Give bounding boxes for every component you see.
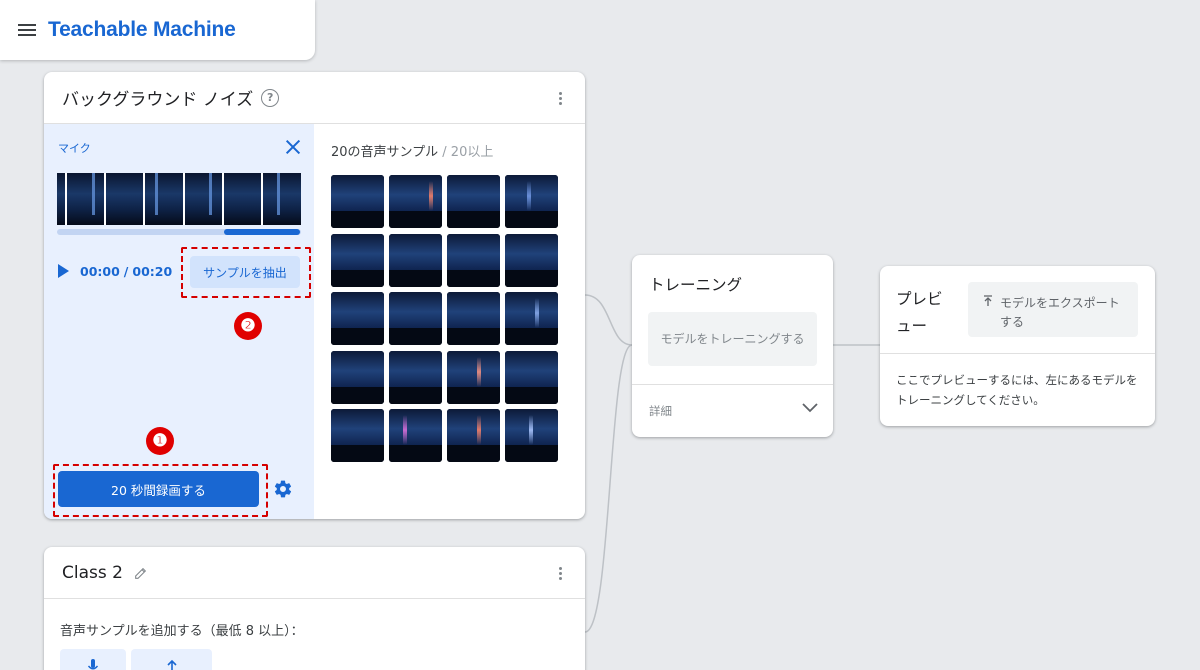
highlight-box-extract xyxy=(181,247,311,298)
audio-sample-thumbnail[interactable] xyxy=(505,350,558,404)
audio-sample-thumbnail[interactable] xyxy=(447,292,500,345)
audio-sample-thumbnail[interactable] xyxy=(505,175,558,228)
divider xyxy=(632,384,833,385)
audio-samples-panel: 20の音声サンプル / 20以上 xyxy=(314,124,585,519)
waveform-segment xyxy=(262,173,301,225)
record-20-seconds-button[interactable]: 20 秒間録画する xyxy=(58,471,259,507)
waveform-segment xyxy=(65,173,105,225)
class-title[interactable]: Class 2 xyxy=(62,563,123,583)
samples-minimum: / 20以上 xyxy=(438,145,494,160)
waveform-separator xyxy=(222,173,224,225)
audio-sample-thumbnail[interactable] xyxy=(331,175,384,228)
waveform-separator xyxy=(143,173,145,225)
playback-scrubber[interactable] xyxy=(57,229,301,235)
playback-time: 00:00/00:20 xyxy=(80,264,172,279)
microphone-icon xyxy=(87,659,99,670)
audio-sample-thumbnail[interactable] xyxy=(447,233,500,287)
waveform-peak xyxy=(277,173,280,215)
class-card-header: バックグラウンド ノイズ ? xyxy=(44,72,585,124)
waveform-segment xyxy=(135,173,157,225)
audio-sample-thumbnail[interactable] xyxy=(331,350,384,404)
microphone-source-button[interactable] xyxy=(60,649,126,670)
preview-card: プレビュー モデルをエクスポートする ここでプレビューするには、左にあるモデルを… xyxy=(880,266,1155,426)
export-button-label: モデルをエクスポートする xyxy=(1000,296,1120,329)
gear-icon[interactable] xyxy=(273,479,293,499)
class-card-class-2: Class 2 音声サンプルを追加する（最低 8 以上）： xyxy=(44,547,585,670)
divider xyxy=(880,353,1155,354)
audio-sample-thumbnail[interactable] xyxy=(447,350,500,404)
time-separator: / xyxy=(123,264,129,279)
waveform-separator xyxy=(65,173,67,225)
waveform-separator xyxy=(104,173,106,225)
upload-icon xyxy=(166,659,177,670)
hamburger-menu-icon[interactable] xyxy=(18,23,36,37)
time-total: 00:20 xyxy=(132,264,173,279)
chevron-down-icon[interactable] xyxy=(801,402,819,414)
preview-title: プレビュー xyxy=(896,290,943,335)
audio-sample-thumbnail[interactable] xyxy=(389,233,442,287)
audio-sample-thumbnail[interactable] xyxy=(331,292,384,345)
mic-label: マイク xyxy=(58,142,91,155)
training-title: トレーニング xyxy=(649,276,743,294)
waveform-separator xyxy=(261,173,263,225)
upload-source-button[interactable] xyxy=(131,649,212,670)
more-options-icon[interactable] xyxy=(559,566,563,582)
waveform-peak xyxy=(155,173,158,215)
samples-count: 20の音声サンプル xyxy=(331,145,439,160)
app-title[interactable]: Teachable Machine xyxy=(48,18,236,42)
app-header: Teachable Machine xyxy=(0,0,315,60)
class-card-background-noise: バックグラウンド ノイズ ? マイク 00:00/00:20 サンプルを抽出 ❷… xyxy=(44,72,585,519)
waveform-segment xyxy=(105,173,135,225)
close-icon[interactable] xyxy=(285,139,301,155)
waveform-separator xyxy=(183,173,185,225)
training-card: トレーニング モデルをトレーニングする 詳細 xyxy=(632,255,833,437)
annotation-marker-1: ❶ xyxy=(146,427,174,455)
class-card-header: Class 2 xyxy=(44,547,585,599)
audio-sample-thumbnail[interactable] xyxy=(447,409,500,462)
audio-sample-thumbnail[interactable] xyxy=(505,409,558,462)
audio-sample-thumbnail[interactable] xyxy=(389,409,442,462)
audio-sample-thumbnail[interactable] xyxy=(505,233,558,287)
annotation-marker-2: ❷ xyxy=(234,312,262,340)
audio-sample-thumbnail[interactable] xyxy=(331,409,384,462)
audio-sample-thumbnail[interactable] xyxy=(331,233,384,287)
audio-sample-thumbnail[interactable] xyxy=(389,175,442,228)
waveform-segment xyxy=(187,173,217,225)
pencil-edit-icon[interactable] xyxy=(133,565,149,581)
spectrogram-waveform xyxy=(57,173,301,225)
scrubber-thumb[interactable] xyxy=(224,229,300,235)
audio-sample-thumbnail[interactable] xyxy=(389,292,442,345)
more-options-icon[interactable] xyxy=(559,91,563,107)
waveform-peak xyxy=(92,173,95,215)
add-samples-label: 音声サンプルを追加する（最低 8 以上）： xyxy=(60,624,304,639)
export-model-button[interactable]: モデルをエクスポートする xyxy=(968,282,1138,337)
audio-sample-thumbnail[interactable] xyxy=(505,292,558,345)
time-current: 00:00 xyxy=(80,264,120,279)
help-icon[interactable]: ? xyxy=(261,88,280,107)
microphone-recorder-panel: マイク 00:00/00:20 サンプルを抽出 ❷ ❶ 20 秒間録画する xyxy=(44,124,314,519)
waveform-segment xyxy=(217,173,232,225)
waveform-peak xyxy=(209,173,212,215)
samples-count-label: 20の音声サンプル / 20以上 xyxy=(331,141,493,160)
class-title: バックグラウンド ノイズ xyxy=(62,90,254,110)
audio-sample-thumbnail[interactable] xyxy=(389,350,442,404)
play-icon[interactable] xyxy=(58,264,69,278)
train-model-button[interactable]: モデルをトレーニングする xyxy=(648,312,817,366)
preview-message: ここでプレビューするには、左にあるモデルをトレーニングしてください。 xyxy=(896,373,1138,407)
waveform-segment xyxy=(232,173,262,225)
export-icon xyxy=(984,295,992,306)
details-label[interactable]: 詳細 xyxy=(649,403,672,419)
audio-sample-thumbnail[interactable] xyxy=(447,175,500,228)
waveform-segment xyxy=(57,173,65,225)
